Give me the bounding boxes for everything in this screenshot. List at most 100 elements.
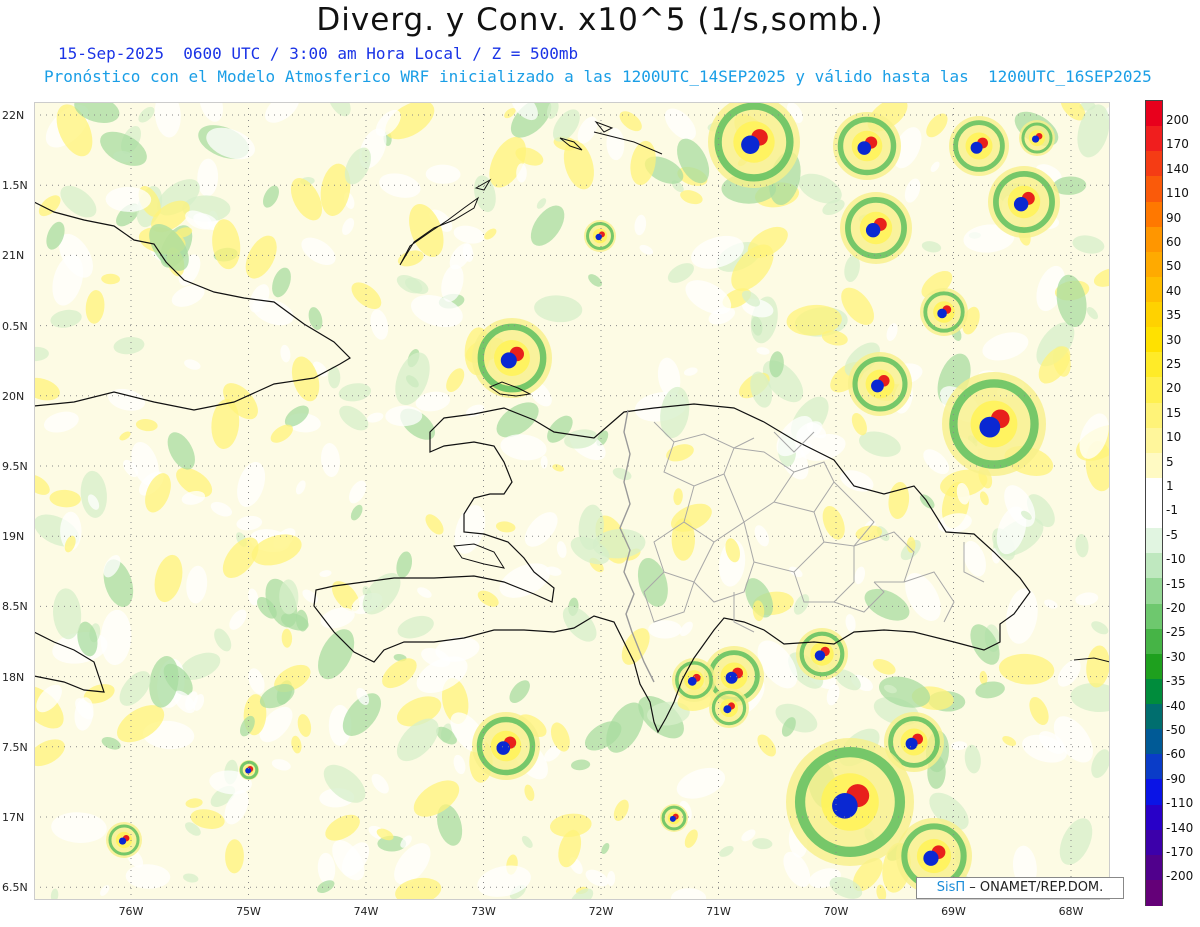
colorbar-label: -200	[1166, 869, 1194, 884]
lat-label: 20N	[2, 389, 25, 403]
cell-divergence-core	[970, 141, 983, 154]
field-blob	[516, 163, 527, 183]
colorbar-segment	[1146, 126, 1162, 152]
valid-time-subtitle: 15-Sep-2025 0600 UTC / 3:00 am Hora Loca…	[58, 44, 579, 63]
lon-label: 70W	[823, 905, 849, 918]
colorbar	[1145, 100, 1163, 906]
colorbar-label: -40	[1166, 698, 1186, 713]
colorbar-segment	[1146, 553, 1162, 579]
cell-divergence-core	[871, 379, 884, 393]
colorbar-label: -50	[1166, 723, 1186, 737]
cell-divergence-core	[923, 850, 939, 866]
colorbar-label: 30	[1166, 332, 1182, 347]
colorbar-label: 1	[1166, 479, 1174, 493]
colorbar-segment	[1146, 327, 1162, 353]
colorbar-label: -170	[1166, 845, 1194, 859]
colorbar-segment	[1146, 201, 1162, 228]
colorbar-segment	[1146, 176, 1162, 202]
colorbar-label: -20	[1166, 601, 1186, 615]
colorbar-segment	[1146, 402, 1162, 429]
cell-divergence-core	[979, 416, 1001, 438]
colorbar-segment	[1146, 729, 1162, 755]
cell-divergence-core	[500, 352, 517, 369]
colorbar-label: 60	[1166, 235, 1182, 249]
colorbar-segment	[1146, 427, 1162, 454]
colorbar-label: 25	[1166, 357, 1182, 371]
cell-divergence-core	[725, 671, 738, 684]
colorbar-segment	[1146, 678, 1162, 705]
colorbar-label: 10	[1166, 430, 1182, 445]
colorbar-segment	[1146, 804, 1162, 831]
map-panel	[34, 102, 1110, 900]
colorbar-label: 110	[1166, 186, 1189, 201]
field-blob	[540, 455, 548, 469]
colorbar-segment	[1146, 377, 1162, 403]
cell-divergence-core	[857, 141, 872, 155]
cell-divergence-core	[832, 793, 858, 819]
lat-label: 22N	[2, 109, 25, 122]
lon-label: 68W	[1058, 905, 1084, 918]
colorbar-label: 140	[1166, 161, 1189, 176]
lon-label: 69W	[941, 905, 966, 918]
credit-brand: SisΠ	[936, 880, 966, 895]
lon-label: 75W	[236, 905, 261, 918]
colorbar-label: 50	[1166, 259, 1182, 274]
field-blob	[906, 536, 916, 553]
colorbar-segment	[1146, 879, 1162, 906]
colorbar-segment	[1146, 854, 1162, 881]
cell-divergence-core	[1013, 196, 1029, 212]
lat-label: 6.5N	[2, 881, 28, 895]
cell-divergence-core	[865, 222, 881, 238]
colorbar-segment	[1146, 503, 1162, 529]
cell-divergence-core	[814, 650, 826, 661]
lat-label: 0.5N	[2, 319, 28, 333]
colorbar-segment	[1146, 151, 1162, 177]
colorbar-segment	[1146, 226, 1162, 253]
lat-label: 7.5N	[2, 740, 28, 754]
colorbar-label: -110	[1166, 796, 1194, 811]
colorbar-segment	[1146, 754, 1162, 780]
colorbar-label: 35	[1166, 308, 1182, 323]
lon-label: 72W	[588, 905, 614, 918]
cell-divergence-core	[687, 676, 697, 686]
colorbar-segment	[1146, 653, 1162, 680]
colorbar-segment	[1146, 452, 1162, 479]
colorbar-segment	[1146, 779, 1162, 805]
cell-divergence-core	[1031, 135, 1040, 143]
lat-label: 9.5N	[2, 460, 28, 473]
cell-divergence-core	[905, 737, 918, 750]
lon-label: 71W	[706, 905, 731, 918]
colorbar-label: -25	[1166, 625, 1186, 640]
cell-divergence-core	[723, 705, 732, 714]
colorbar-segment	[1146, 704, 1162, 730]
colorbar-label: 200	[1166, 113, 1189, 127]
lon-label: 73W	[471, 905, 496, 918]
lat-label: 17N	[2, 811, 25, 824]
colorbar-segment	[1146, 251, 1162, 278]
colorbar-label: -1	[1166, 503, 1178, 518]
field-blob	[648, 620, 682, 639]
colorbar-label: 170	[1166, 137, 1189, 152]
colorbar-segment	[1146, 603, 1162, 630]
model-run-subtitle: Pronóstico con el Modelo Atmosferico WRF…	[44, 67, 1152, 86]
colorbar-segment	[1146, 276, 1162, 303]
colorbar-label: -90	[1166, 771, 1186, 786]
colorbar-segment	[1146, 477, 1162, 504]
cell-divergence-core	[496, 741, 511, 755]
lat-label: 8.5N	[2, 600, 28, 614]
colorbar-label: -15	[1166, 576, 1186, 591]
colorbar-label: -60	[1166, 747, 1186, 762]
divergence-map	[34, 102, 1110, 900]
colorbar-label: -10	[1166, 552, 1186, 567]
colorbar-segment	[1146, 302, 1162, 328]
lat-label: 1.5N	[2, 179, 28, 193]
cell-divergence-core	[937, 308, 947, 319]
colorbar-segment	[1146, 628, 1162, 655]
cell-divergence-core	[741, 135, 760, 154]
colorbar-label: -5	[1166, 527, 1178, 542]
colorbar-segment	[1146, 578, 1162, 604]
colorbar-segment	[1146, 829, 1162, 856]
colorbar-segment	[1146, 101, 1162, 127]
colorbar-label: 5	[1166, 454, 1174, 469]
chart-title: Diverg. y Conv. x10^5 (1/s,somb.)	[316, 2, 884, 38]
